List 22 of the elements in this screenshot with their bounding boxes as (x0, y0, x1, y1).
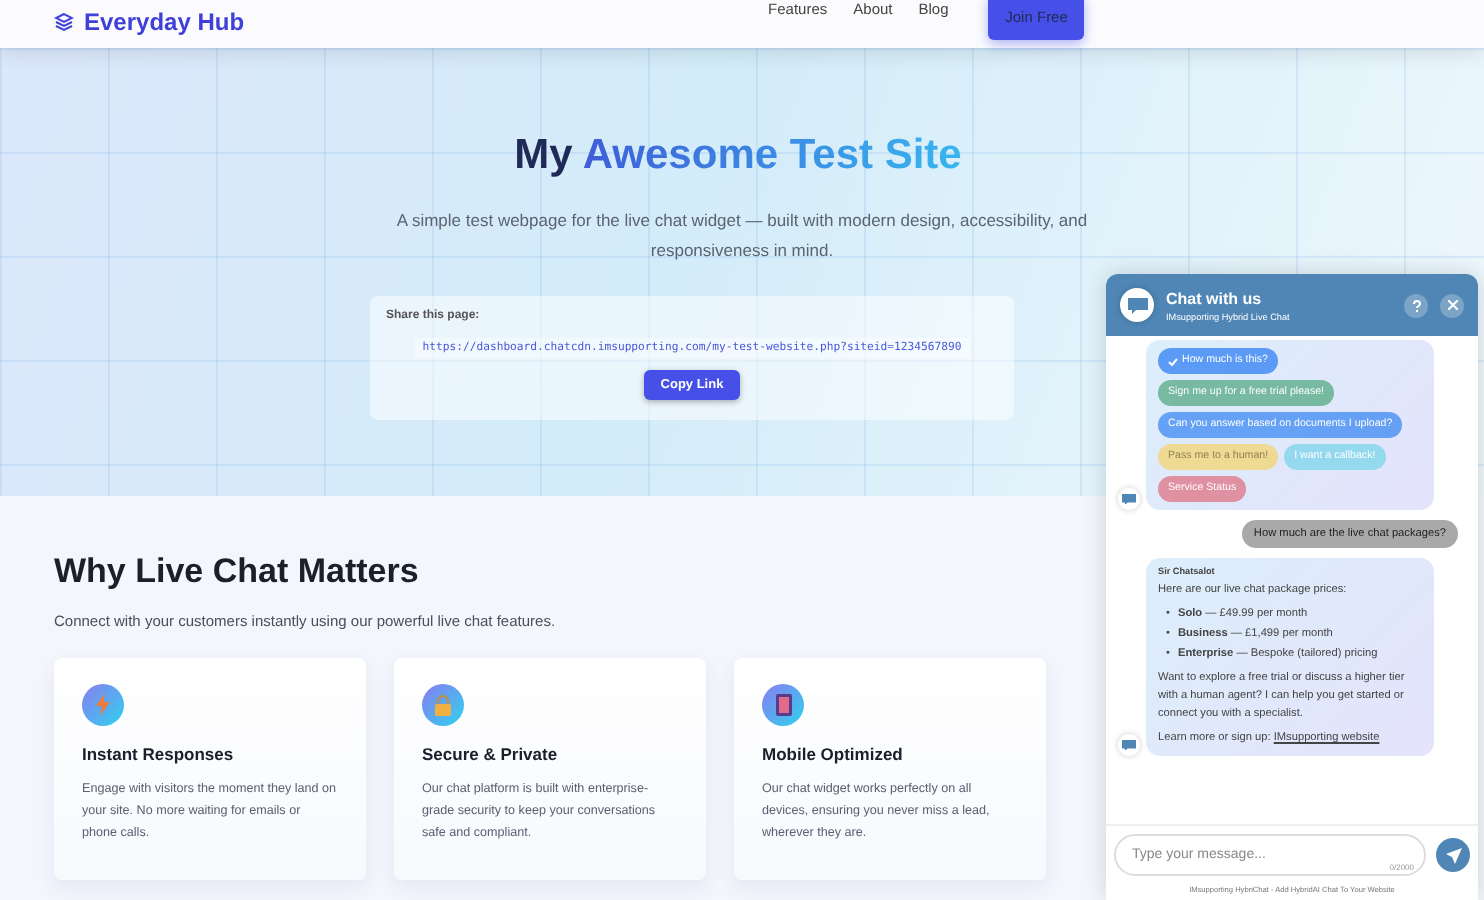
send-icon (1445, 847, 1461, 863)
chat-bubble-icon (1122, 493, 1136, 505)
feature-title: Mobile Optimized (762, 744, 905, 764)
padlock-icon (434, 694, 452, 716)
chat-bubble-icon (1127, 297, 1147, 313)
section-title: Why Live Chat Matters (54, 552, 419, 592)
hero-title: My Awesome Test Site (514, 132, 962, 180)
layers-icon (54, 12, 74, 32)
hero-subtitle: A simple test webpage for the live chat widget — built with modern design, accessibility, and responsiveness in mind. (394, 208, 1090, 264)
feature-title: Secure & Private (422, 744, 560, 764)
phone-icon (775, 694, 791, 716)
close-button[interactable] (1440, 293, 1464, 317)
lightning-bolt-icon (94, 694, 112, 716)
help-button[interactable] (1404, 293, 1428, 317)
send-button[interactable] (1436, 838, 1470, 872)
chat-title: Chat with us (1166, 289, 1264, 307)
question-icon (1411, 299, 1421, 311)
feature-title: Instant Responses (82, 744, 236, 764)
chat-bubble-icon (1122, 739, 1136, 751)
brand-name: Everyday Hub (84, 8, 245, 36)
close-icon (1447, 300, 1457, 310)
check-icon (1168, 357, 1178, 365)
